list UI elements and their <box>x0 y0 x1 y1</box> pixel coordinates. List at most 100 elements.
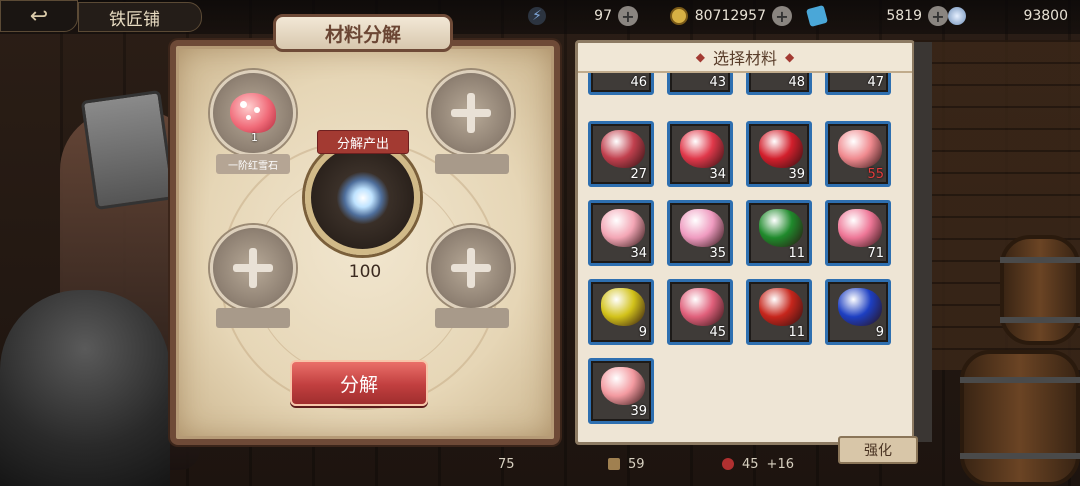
shop-title: 铁匠铺 <box>78 2 202 32</box>
gold-coin-icon <box>670 7 688 25</box>
background-barrel <box>1000 235 1080 345</box>
slot-label-empty <box>435 308 509 328</box>
resource-gem: 5819 + <box>805 4 948 28</box>
material-count: 34 <box>630 246 647 261</box>
stat-icon <box>722 458 734 470</box>
material-cell[interactable]: 46 <box>588 73 654 95</box>
material-slot-3[interactable] <box>210 225 296 311</box>
material-count: 47 <box>867 75 884 90</box>
resource-value: 80712957 <box>694 8 766 24</box>
stat-value: 45 +16 <box>722 452 794 476</box>
stat-value: 59 <box>608 452 645 476</box>
red-ruby-gem-icon <box>680 130 724 168</box>
material-cell[interactable]: 48 <box>746 73 812 95</box>
resource-gold: 80712957 + <box>670 4 792 28</box>
material-panel-title: 选择材料 <box>712 49 777 68</box>
resource-value: 93800 <box>1023 8 1068 24</box>
material-cell[interactable]: 11 <box>746 200 812 266</box>
output-ring <box>305 140 420 255</box>
material-cell[interactable]: 43 <box>667 73 733 95</box>
scroll-strip[interactable] <box>914 42 932 442</box>
red-snow-stone-icon <box>230 93 276 133</box>
pink-cluster-gem-icon <box>601 209 645 247</box>
material-count: 11 <box>788 325 805 340</box>
resource-lightning: ⚡ 97 + <box>528 4 638 28</box>
material-cell[interactable]: 39 <box>588 358 654 424</box>
material-grid: 46 43 48 47 27 34 39 55 34 35 11 71 9 45 11 9 39 <box>588 73 898 442</box>
material-cell[interactable]: 55 <box>825 121 891 187</box>
material-cell[interactable]: 11 <box>746 279 812 345</box>
material-count: 9 <box>875 325 884 340</box>
diamond-icon: ◆ <box>695 50 705 64</box>
slot-label: 一阶红雪石 <box>216 154 290 174</box>
material-cell[interactable]: 35 <box>667 200 733 266</box>
plus-icon <box>451 93 491 133</box>
slot-label-empty <box>435 154 509 174</box>
resource-value: 5819 <box>886 8 922 24</box>
output-value: 100 <box>348 262 382 282</box>
material-cell[interactable]: 34 <box>588 200 654 266</box>
material-count: 39 <box>788 167 805 182</box>
material-count: 27 <box>630 167 647 182</box>
rose-quartz-gem-icon <box>601 367 645 405</box>
red-snow-stone-icon <box>838 130 882 168</box>
square-ruby-gem-icon <box>759 130 803 168</box>
back-button[interactable]: ↩ <box>0 0 78 32</box>
garnet-gem-icon <box>759 288 803 326</box>
material-count: 11 <box>788 246 805 261</box>
material-count: 43 <box>709 75 726 90</box>
diamond-icon: ◆ <box>785 50 795 64</box>
add-lightning-button[interactable]: + <box>618 6 638 26</box>
material-cell[interactable]: 34 <box>667 121 733 187</box>
material-cell[interactable]: 39 <box>746 121 812 187</box>
material-cell[interactable]: 9 <box>825 279 891 345</box>
material-cell[interactable]: 47 <box>825 73 891 95</box>
slot-label-empty <box>216 308 290 328</box>
slot-count: 1 <box>251 131 258 144</box>
material-cell[interactable]: 45 <box>667 279 733 345</box>
plus-icon <box>233 248 273 288</box>
lightning-icon: ⚡ <box>528 7 546 25</box>
background-barrel <box>960 350 1080 486</box>
decompose-button[interactable]: 分解 <box>290 360 428 406</box>
strengthen-button[interactable]: 强化 <box>838 436 918 464</box>
resource-crystal: 93800 <box>948 4 1068 28</box>
material-count: 45 <box>709 325 726 340</box>
crystal-flower-icon <box>948 7 966 25</box>
material-count: 46 <box>630 75 647 90</box>
striped-red-gem-icon <box>601 130 645 168</box>
add-gold-button[interactable]: + <box>772 6 792 26</box>
material-cell[interactable]: 9 <box>588 279 654 345</box>
level-badge: 75 <box>498 456 515 472</box>
pink-shard-gem-icon <box>838 209 882 247</box>
output-banner: 分解产出 <box>317 130 409 154</box>
material-slot-1[interactable]: 1 <box>210 70 296 156</box>
material-count: 55 <box>867 167 884 182</box>
material-count: 34 <box>709 167 726 182</box>
emerald-gem-icon <box>759 209 803 247</box>
add-gem-button[interactable]: + <box>928 6 948 26</box>
blue-gem-icon <box>805 4 829 28</box>
material-slot-4[interactable] <box>428 225 514 311</box>
material-count: 39 <box>630 404 647 419</box>
material-count: 71 <box>867 246 884 261</box>
material-count: 9 <box>638 325 647 340</box>
plus-icon <box>451 248 491 288</box>
background-armor <box>0 290 170 486</box>
material-cell[interactable]: 71 <box>825 200 891 266</box>
pink-diamond-gem-icon <box>680 288 724 326</box>
material-slot-2[interactable] <box>428 70 514 156</box>
decompose-panel-title: 材料分解 <box>273 14 453 52</box>
resource-value: 97 <box>594 8 612 24</box>
crystal-star-icon <box>337 172 389 224</box>
material-select-panel: ◆ 选择材料 ◆ 46 43 48 47 27 34 39 55 34 35 11 71 9 45 11 9 3… <box>575 40 915 445</box>
material-panel-header: ◆ 选择材料 ◆ <box>578 43 912 73</box>
sapphire-gem-icon <box>838 288 882 326</box>
back-arrow-icon: ↩ <box>29 3 49 29</box>
background-hammer <box>80 89 176 211</box>
material-count: 48 <box>788 75 805 90</box>
material-count: 35 <box>709 246 726 261</box>
material-cell[interactable]: 27 <box>588 121 654 187</box>
topaz-gem-icon <box>601 288 645 326</box>
pink-crystal-gem-icon <box>680 209 724 247</box>
